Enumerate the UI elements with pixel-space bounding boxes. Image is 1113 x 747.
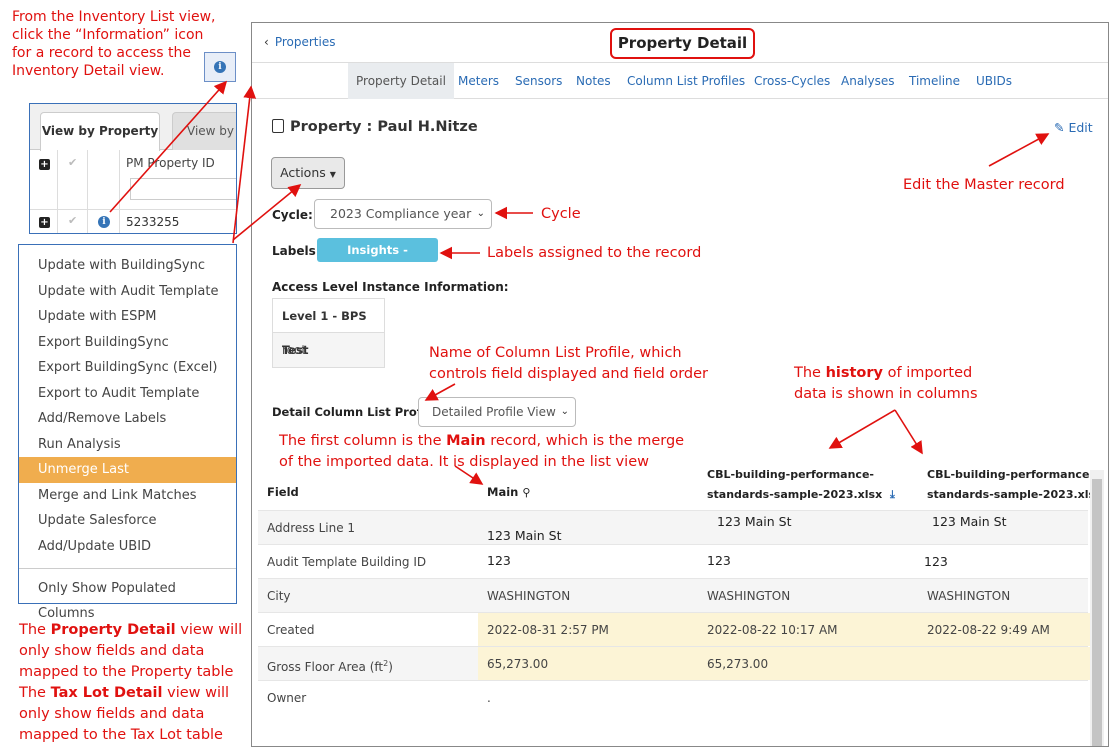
- arrow-history-1: [828, 409, 896, 449]
- arrow-profile: [424, 383, 456, 401]
- arrow-menu-to-window: [232, 85, 257, 244]
- arrow-history-2: [894, 409, 923, 455]
- arrow-edit: [988, 133, 1050, 167]
- arrow-main: [454, 465, 484, 485]
- arrow-info-to-icon: [109, 80, 228, 213]
- arrow-menu-to-actions: [232, 183, 302, 241]
- annotation-arrows: [109, 80, 1050, 485]
